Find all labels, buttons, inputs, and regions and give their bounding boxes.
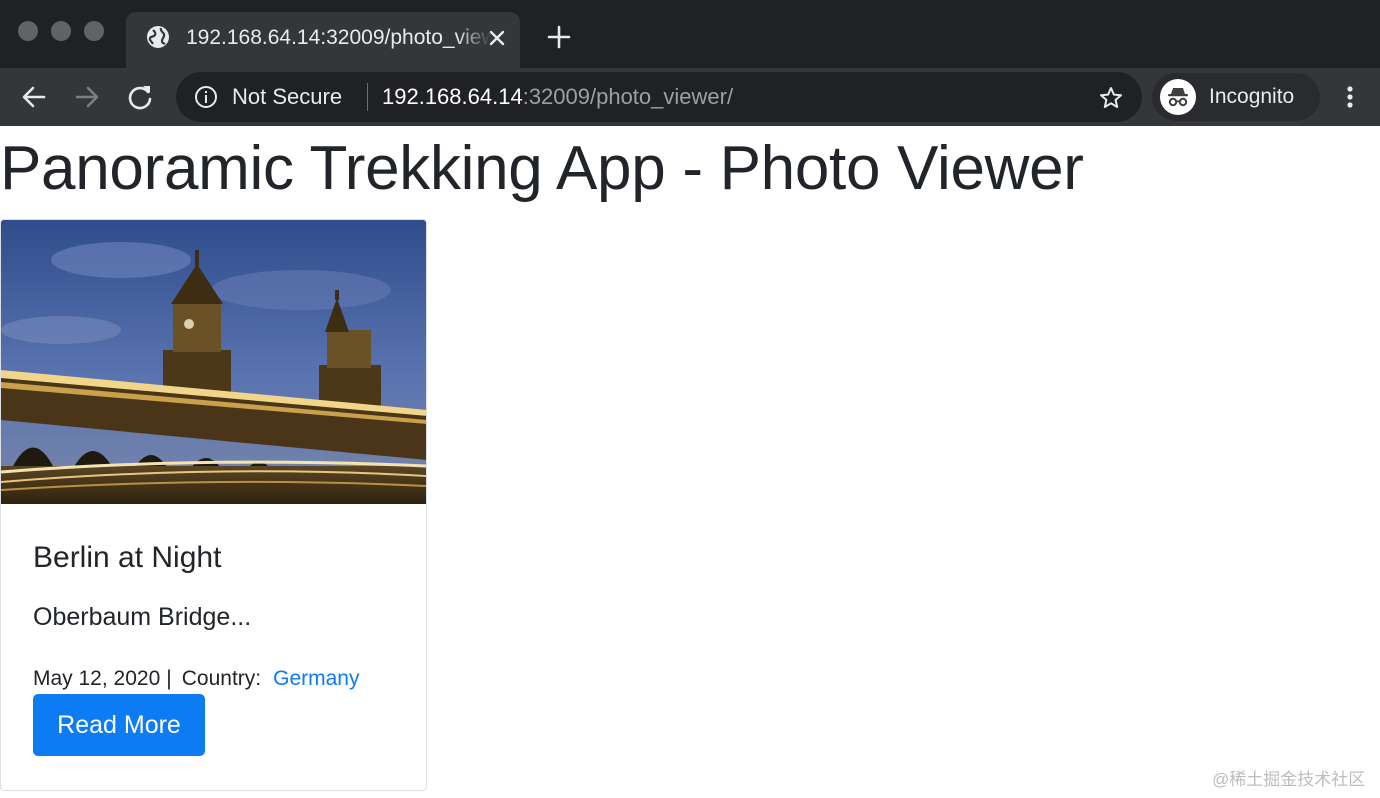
card-excerpt: Oberbaum Bridge... (33, 603, 252, 631)
incognito-icon (1160, 79, 1196, 115)
star-icon[interactable] (1098, 85, 1124, 111)
photo-thumbnail[interactable] (1, 220, 427, 504)
close-icon[interactable] (486, 27, 508, 49)
tab-title: 192.168.64.14:32009/photo_viewer/ (186, 26, 492, 49)
incognito-label: Incognito (1209, 85, 1295, 108)
reload-icon[interactable] (124, 81, 156, 113)
security-status[interactable]: Not Secure (232, 82, 342, 112)
incognito-profile-button[interactable]: Incognito (1152, 73, 1320, 121)
card-meta: May 12, 2020 | Country: Germany (33, 665, 359, 693)
card-title: Berlin at Night (33, 541, 222, 574)
card-date: May 12, 2020 (33, 667, 161, 690)
info-icon[interactable] (194, 85, 218, 109)
country-label: Country: (181, 667, 262, 690)
watermark: @稀土掘金技术社区 (1212, 770, 1366, 789)
url-text[interactable]: 192.168.64.14:32009/photo_viewer/ (382, 82, 733, 112)
globe-icon (147, 26, 169, 48)
window-zoom-dot[interactable] (84, 21, 104, 41)
url-host: 192.168.64.14 (382, 84, 523, 109)
back-arrow-icon[interactable] (18, 81, 50, 113)
kebab-menu-icon[interactable] (1340, 81, 1360, 113)
country-link[interactable]: Germany (273, 667, 359, 690)
plus-icon[interactable] (546, 24, 572, 50)
page-title: Panoramic Trekking App - Photo Viewer (0, 134, 1084, 203)
window-minimize-dot[interactable] (51, 21, 71, 41)
photo-card: Berlin at Night Oberbaum Bridge... May 1… (0, 219, 427, 791)
browser-tab-strip: 192.168.64.14:32009/photo_viewer/ (0, 0, 1380, 68)
meta-separator: | (166, 667, 172, 690)
address-bar[interactable]: Not Secure 192.168.64.14:32009/photo_vie… (176, 72, 1142, 122)
address-divider (367, 83, 368, 111)
browser-tab-active[interactable]: 192.168.64.14:32009/photo_viewer/ (126, 12, 520, 68)
read-more-button[interactable]: Read More (33, 694, 205, 756)
window-close-dot[interactable] (18, 21, 38, 41)
url-path: :32009/photo_viewer/ (522, 84, 734, 109)
browser-toolbar: Not Secure 192.168.64.14:32009/photo_vie… (0, 68, 1380, 126)
forward-arrow-icon[interactable] (71, 81, 103, 113)
